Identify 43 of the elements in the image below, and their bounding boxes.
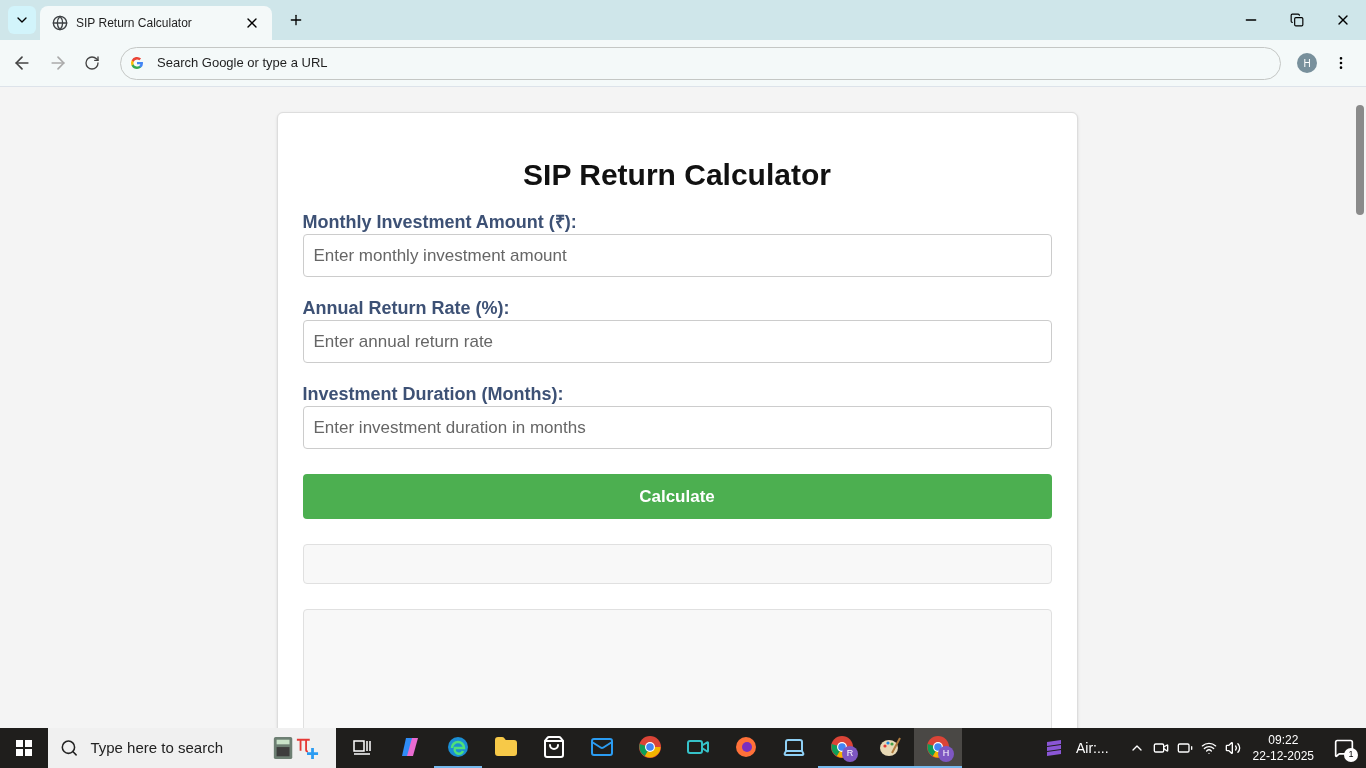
tab-search-button[interactable] (8, 6, 36, 34)
field-label: Annual Return Rate (%): (302, 297, 511, 320)
notification-icon[interactable] (1334, 738, 1354, 758)
input-field[interactable]: Enter monthly investment amount (302, 234, 1052, 277)
chrome-icon (638, 735, 662, 759)
task-view-icon (352, 737, 372, 757)
restore-icon[interactable] (1290, 13, 1304, 27)
field-label: Monthly Investment Amount (₹): (302, 211, 578, 234)
browser-tab[interactable]: SIP Return Calculator (40, 6, 272, 40)
taskbar-app-button[interactable]: H (914, 728, 962, 768)
taskbar-search-input[interactable]: Type here to search (90, 736, 261, 760)
new-tab-icon[interactable] (288, 12, 304, 28)
weather-text[interactable]: Air:... (1075, 737, 1109, 759)
address-input[interactable]: Search Google or type a URL (157, 53, 1272, 73)
volume-icon[interactable] (1224, 740, 1241, 756)
taskbar-search-box[interactable]: Type here to search (48, 728, 336, 768)
profile-badge: H (938, 746, 954, 762)
wifi-icon[interactable] (1200, 740, 1217, 756)
page-title: SIP Return Calculator (522, 157, 832, 193)
tab-title: SIP Return Calculator (76, 15, 193, 31)
globe-icon (52, 15, 68, 31)
calculate-button[interactable]: Calculate (302, 474, 1052, 519)
taskbar-app-button[interactable]: R (818, 728, 866, 768)
firefox-icon (734, 735, 758, 759)
profile-avatar[interactable]: H (1297, 53, 1317, 73)
mail-icon (590, 735, 614, 759)
store-bag-icon (542, 735, 566, 759)
profile-badge: R (842, 746, 858, 762)
address-bar[interactable]: Search Google or type a URL (120, 46, 1281, 80)
windows-logo-icon (16, 740, 32, 756)
camera-icon[interactable] (1152, 740, 1169, 756)
input-field[interactable]: Enter annual return rate (302, 320, 1052, 363)
google-logo-icon (129, 55, 145, 71)
edge-icon (446, 735, 470, 759)
reload-icon[interactable] (84, 55, 100, 71)
input-field[interactable]: Enter investment duration in months (302, 406, 1052, 449)
notification-count: 1 (1344, 748, 1358, 762)
folder-icon (494, 735, 518, 759)
battery-icon[interactable] (1176, 740, 1193, 756)
field-label: Investment Duration (Months): (302, 383, 565, 406)
palette-icon (878, 735, 902, 759)
search-icon (60, 738, 79, 758)
clock[interactable]: 09:22 22-12-2025 (1248, 732, 1318, 764)
